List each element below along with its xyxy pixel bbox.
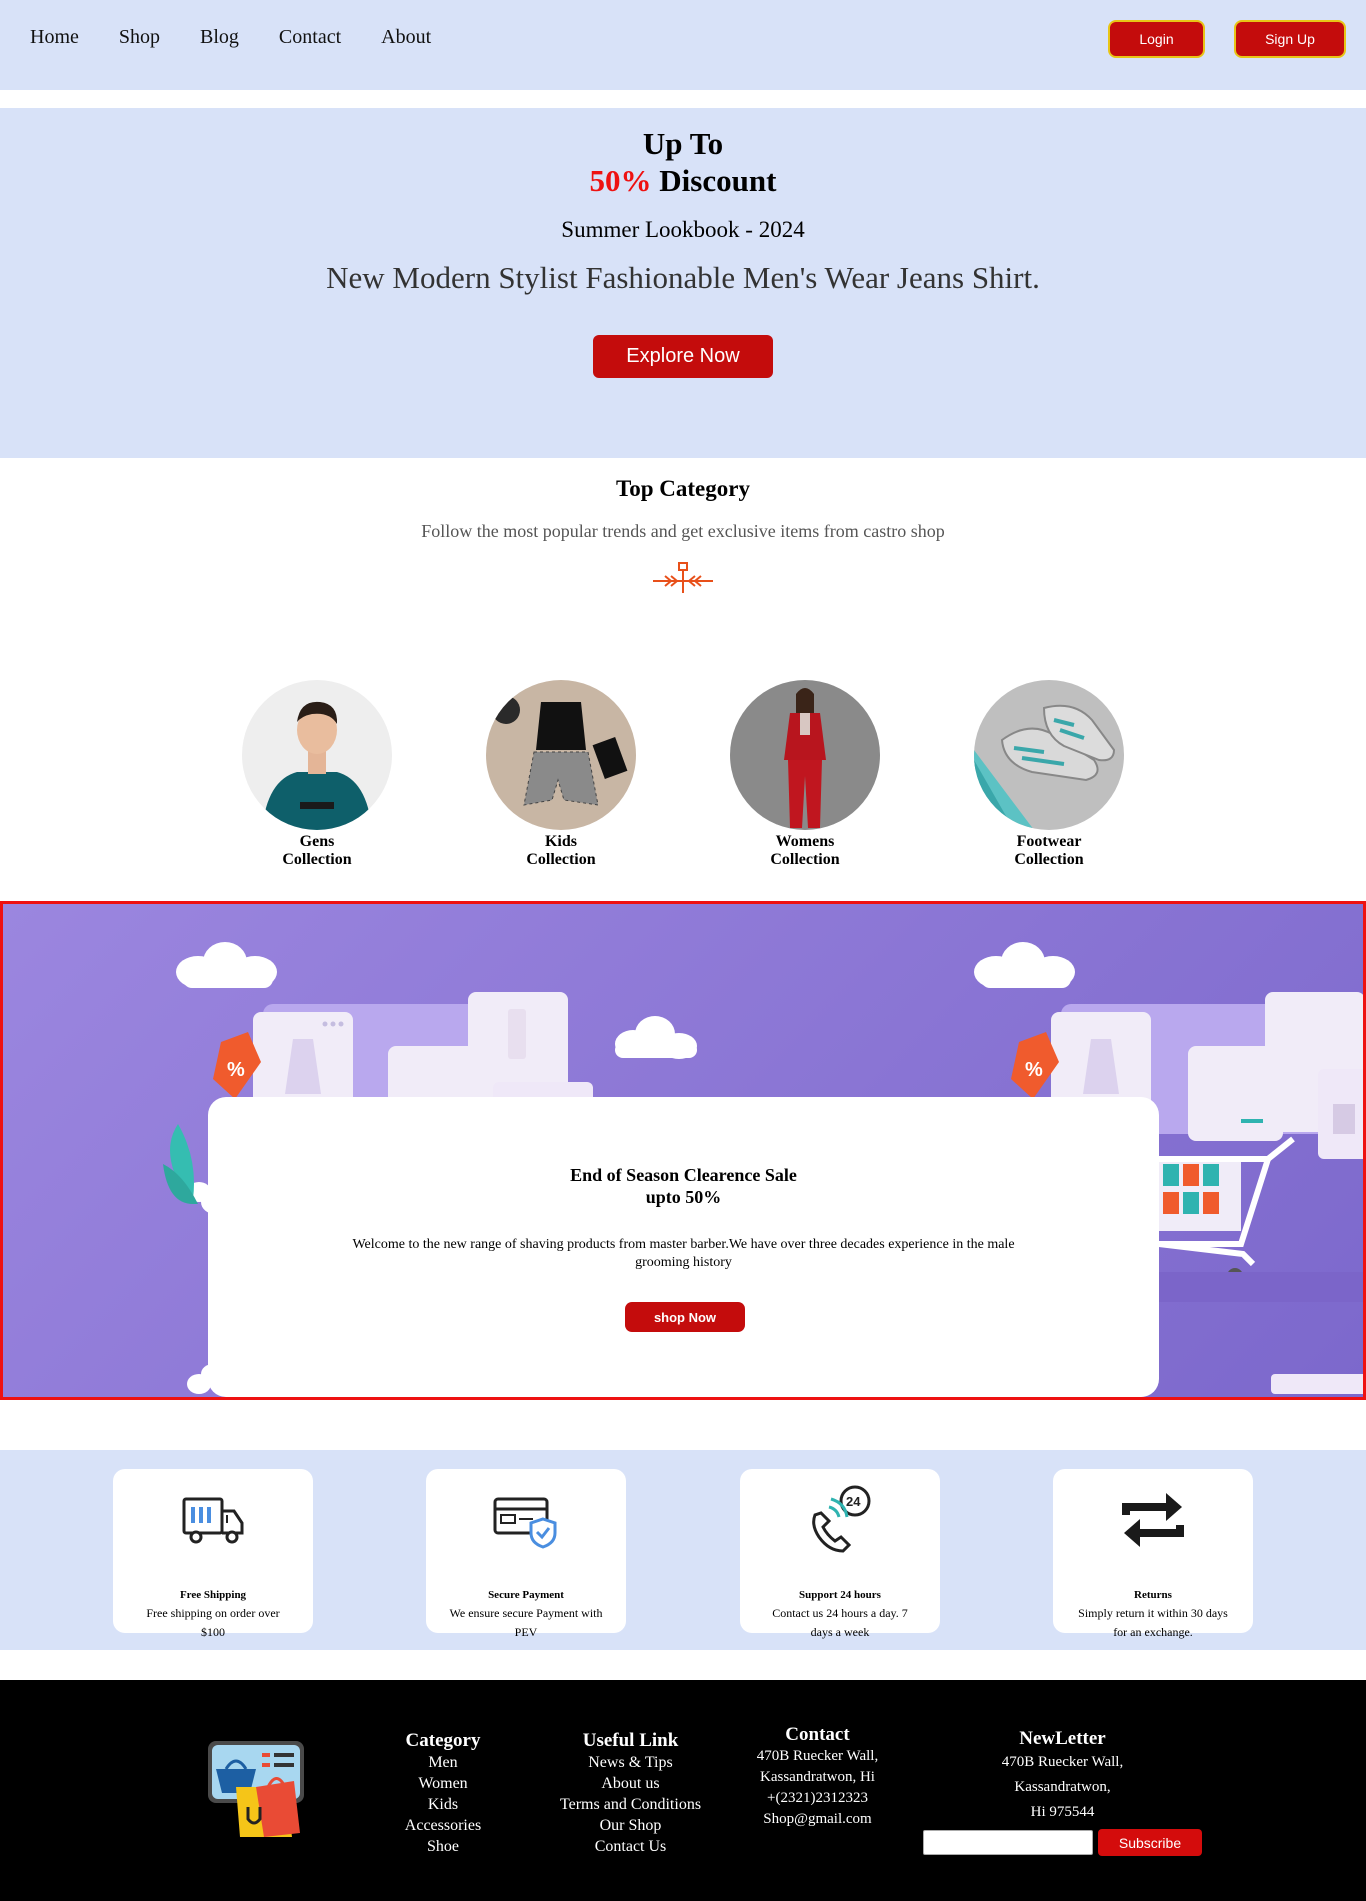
- clearance-sale-banner: % % End of Season Clearence Sale upto 50…: [0, 901, 1366, 1400]
- hero-discount: Discount: [659, 163, 777, 198]
- site-footer: Category Men Women Kids Accessories Shoe…: [0, 1680, 1366, 1901]
- shopping-logo-icon: [208, 1741, 304, 1837]
- nav-link-shop[interactable]: Shop: [119, 26, 160, 49]
- svg-text:24: 24: [846, 1494, 861, 1509]
- hero-heading-line2: 50% Discount: [0, 163, 1366, 199]
- contact-phone: +(2321)2312323: [767, 1790, 868, 1806]
- category-gens-label: Gens Collection: [241, 833, 393, 869]
- womens-collection-image: [730, 680, 880, 830]
- nav-link-blog[interactable]: Blog: [200, 26, 239, 49]
- login-button[interactable]: Login: [1108, 20, 1205, 58]
- newsletter-line3: Hi 975544: [1030, 1804, 1095, 1820]
- sale-title: End of Season Clearence Sale upto 50%: [208, 1164, 1159, 1208]
- footer-newsletter-title: NewLetter: [1019, 1728, 1106, 1749]
- svg-text:%: %: [227, 1059, 245, 1081]
- category-womens-label: Womens Collection: [729, 833, 881, 869]
- feature-title: Secure Payment: [488, 1589, 564, 1601]
- explore-now-button[interactable]: Explore Now: [593, 335, 773, 378]
- top-nav: Home Shop Blog Contact About Login Sign …: [0, 0, 1366, 90]
- category-label-line1: Kids: [544, 833, 577, 850]
- arrow-divider-icon: [653, 562, 713, 593]
- footer-link-terms[interactable]: Terms and Conditions: [548, 1794, 713, 1815]
- category-gens[interactable]: Gens Collection: [241, 680, 393, 869]
- category-footwear[interactable]: Footwear Collection: [973, 680, 1125, 869]
- category-label-line1: Footwear: [1016, 833, 1082, 850]
- feature-desc: Simply return it within 30 days for an e…: [1078, 1606, 1228, 1639]
- footer-link-women[interactable]: Women: [393, 1773, 493, 1794]
- feature-returns: Returns Simply return it within 30 days …: [1053, 1469, 1253, 1639]
- newsletter-email-input[interactable]: [923, 1830, 1093, 1855]
- gens-collection-image: [242, 680, 392, 830]
- hero-subtitle: Summer Lookbook - 2024: [561, 217, 805, 242]
- signup-button[interactable]: Sign Up: [1234, 20, 1346, 58]
- hero-percent: 50%: [589, 163, 652, 198]
- footer-contact-column: Contact 470B Ruecker Wall, Kassandratwon…: [745, 1724, 890, 1830]
- hero-section: Up To 50% Discount Summer Lookbook - 202…: [0, 108, 1366, 458]
- hero-description: New Modern Stylist Fashionable Men's Wea…: [326, 260, 1040, 295]
- footer-link-contact[interactable]: Contact Us: [548, 1836, 713, 1857]
- contact-email: Shop@gmail.com: [763, 1811, 872, 1827]
- hero-heading-line1: Up To: [642, 126, 724, 161]
- footer-link-shoe[interactable]: Shoe: [393, 1836, 493, 1857]
- feature-desc: Contact us 24 hours a day. 7 days a week: [772, 1606, 908, 1639]
- footer-link-accessories[interactable]: Accessories: [393, 1815, 493, 1836]
- footer-link-about[interactable]: About us: [548, 1773, 713, 1794]
- features-section: Free Shipping Free shipping on order ove…: [0, 1450, 1366, 1650]
- footer-link-our-shop[interactable]: Our Shop: [548, 1815, 713, 1836]
- footer-contact-title: Contact: [785, 1724, 850, 1745]
- nav-links: Home Shop Blog Contact About: [30, 26, 431, 49]
- footer-category-title: Category: [405, 1730, 481, 1751]
- feature-free-shipping: Free Shipping Free shipping on order ove…: [113, 1469, 313, 1639]
- footer-useful-title: Useful Link: [582, 1730, 679, 1751]
- shop-now-button[interactable]: shop Now: [625, 1302, 745, 1332]
- category-label-line2: Collection: [526, 851, 596, 868]
- footer-category-column: Category Men Women Kids Accessories Shoe: [393, 1730, 493, 1857]
- footer-link-news[interactable]: News & Tips: [548, 1752, 713, 1773]
- newsletter-line2: Kassandratwon,: [1014, 1779, 1111, 1795]
- feature-title: Returns: [1134, 1589, 1172, 1601]
- sale-title-line2: upto 50%: [645, 1187, 722, 1207]
- sale-card: End of Season Clearence Sale upto 50% We…: [208, 1097, 1159, 1397]
- category-label-line1: Womens: [775, 833, 835, 850]
- category-kids[interactable]: Kids Collection: [485, 680, 637, 869]
- category-label-line2: Collection: [282, 851, 352, 868]
- category-label-line2: Collection: [1014, 851, 1084, 868]
- secure-card-icon: [493, 1497, 557, 1549]
- category-label-line2: Collection: [770, 851, 840, 868]
- top-category-subtitle: Follow the most popular trends and get e…: [421, 521, 945, 541]
- feature-desc: We ensure secure Payment with PEV: [449, 1606, 603, 1639]
- newsletter-line1: 470B Ruecker Wall,: [1001, 1754, 1124, 1770]
- feature-title: Free Shipping: [179, 1589, 247, 1601]
- sale-title-line1: End of Season Clearence Sale: [570, 1165, 797, 1185]
- subscribe-button[interactable]: Subscribe: [1098, 1829, 1202, 1856]
- feature-support: 24 Support 24 hours Contact us 24 hours …: [740, 1469, 940, 1639]
- kids-collection-image: [486, 680, 636, 830]
- footwear-collection-image: [974, 680, 1124, 830]
- category-label-line1: Gens: [299, 833, 335, 850]
- category-womens[interactable]: Womens Collection: [729, 680, 881, 869]
- contact-address-line2: Kassandratwon, Hi: [760, 1769, 875, 1785]
- support-24-icon: 24: [812, 1485, 871, 1553]
- feature-title: Support 24 hours: [799, 1589, 881, 1601]
- feature-desc: Free shipping on order over $100: [146, 1606, 280, 1639]
- svg-text:%: %: [1025, 1059, 1043, 1081]
- footer-link-men[interactable]: Men: [393, 1752, 493, 1773]
- nav-link-contact[interactable]: Contact: [279, 26, 341, 49]
- nav-link-about[interactable]: About: [381, 26, 431, 49]
- nav-link-home[interactable]: Home: [30, 26, 79, 49]
- returns-icon: [1122, 1493, 1184, 1547]
- footer-newsletter-column: NewLetter 470B Ruecker Wall, Kassandratw…: [960, 1728, 1165, 1825]
- delivery-truck-icon: [182, 1497, 244, 1544]
- category-footwear-label: Footwear Collection: [973, 833, 1125, 869]
- sale-description: Welcome to the new range of shaving prod…: [352, 1237, 1015, 1270]
- top-category-title: Top Category: [616, 476, 750, 501]
- category-kids-label: Kids Collection: [485, 833, 637, 869]
- footer-useful-column: Useful Link News & Tips About us Terms a…: [548, 1730, 713, 1857]
- footer-link-kids[interactable]: Kids: [393, 1794, 493, 1815]
- contact-address-line1: 470B Ruecker Wall,: [756, 1748, 879, 1764]
- feature-secure-payment: Secure Payment We ensure secure Payment …: [426, 1469, 626, 1639]
